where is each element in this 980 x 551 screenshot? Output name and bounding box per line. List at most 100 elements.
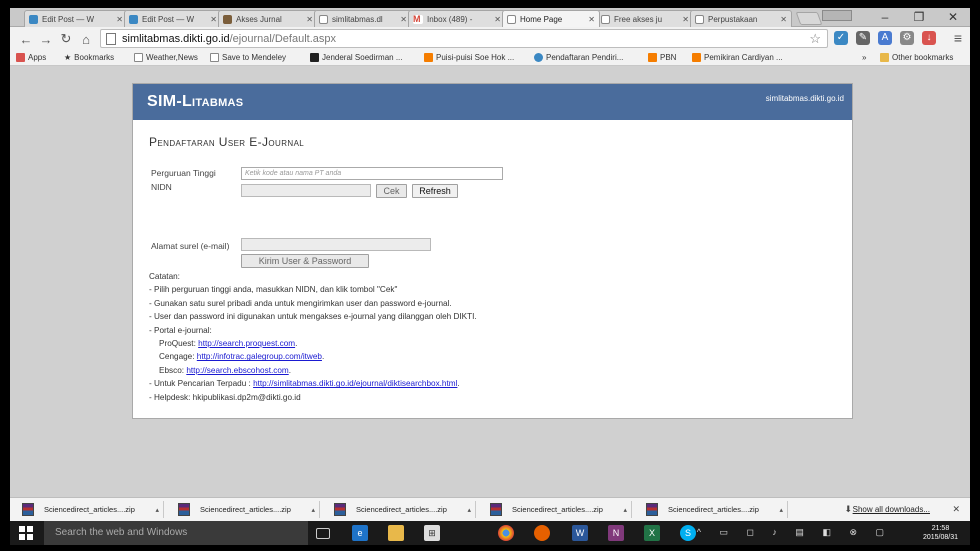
bookmark-star-icon[interactable]: ☆ — [809, 31, 821, 47]
tab-home-page[interactable]: Home Page ✕ — [502, 10, 600, 27]
nidn-input[interactable] — [241, 184, 371, 197]
onenote-icon[interactable]: N — [608, 525, 624, 541]
tab-free-akses[interactable]: Free akses ju ✕ — [596, 10, 694, 27]
extension-download-icon[interactable]: ↓ — [922, 31, 936, 45]
tab-label: Perpustakaan — [708, 14, 758, 24]
skype-icon[interactable]: S — [680, 525, 696, 541]
bookmark-label: Weather,News — [146, 53, 198, 62]
close-icon[interactable]: ✕ — [588, 15, 595, 24]
close-icon[interactable]: ✕ — [494, 15, 501, 24]
excel-icon[interactable]: X — [644, 525, 660, 541]
minimize-icon[interactable]: – — [868, 8, 902, 27]
close-icon[interactable]: ✕ — [952, 504, 960, 515]
close-icon[interactable]: ✕ — [682, 15, 689, 24]
refresh-button[interactable]: Refresh — [412, 184, 458, 198]
bookmark-mendeley[interactable]: Save to Mendeley — [210, 53, 286, 62]
download-item[interactable]: Sciencedirect_articles....zip ▴ — [482, 501, 632, 518]
edge-icon[interactable]: e — [352, 525, 368, 541]
bookmark-bookmarks[interactable]: ★ Bookmarks — [64, 53, 114, 62]
bookmark-weather[interactable]: Weather,News — [134, 53, 198, 62]
site-brand[interactable]: SIM-Litabmas — [147, 93, 243, 111]
download-item[interactable]: Sciencedirect_articles....zip ▴ — [326, 501, 476, 518]
back-icon[interactable]: ← — [16, 32, 36, 47]
portal-name: ProQuest: — [159, 339, 196, 349]
taskbar-search-input[interactable]: Search the web and Windows — [44, 521, 308, 545]
search-link[interactable]: http://simlitabmas.dikti.go.id/ejournal/… — [253, 379, 457, 388]
close-icon[interactable]: ✕ — [210, 15, 217, 24]
cek-button[interactable]: Cek — [376, 184, 407, 198]
address-bar[interactable]: simlitabmas.dikti.go.id/ejournal/Default… — [100, 29, 828, 48]
windows-start-icon[interactable] — [19, 526, 33, 540]
firefox-icon[interactable] — [534, 525, 550, 541]
search-suffix: . — [457, 379, 460, 389]
form-title: Pendaftaran User E-Journal — [149, 135, 305, 149]
proquest-link[interactable]: http://search.proquest.com — [198, 339, 295, 348]
bookmark-pemikiran[interactable]: Pemikiran Cardiyan ... — [692, 53, 783, 62]
chrome-icon[interactable] — [498, 525, 514, 541]
email-input[interactable] — [241, 238, 431, 251]
chevron-up-icon[interactable]: ▴ — [311, 506, 315, 514]
kirim-button[interactable]: Kirim User & Password — [241, 254, 369, 268]
screen: Edit Post — W ✕ Edit Post — W ✕ Akses Ju… — [10, 8, 970, 545]
download-item[interactable]: Sciencedirect_articles....zip ▴ — [170, 501, 320, 518]
cengage-link[interactable]: http://infotrac.galegroup.com/itweb — [197, 352, 322, 361]
new-tab-button[interactable] — [795, 12, 823, 25]
bookmarks-overflow-icon[interactable]: » — [862, 53, 866, 62]
site-header: SIM-Litabmas simlitabmas.dikti.go.id — [133, 84, 852, 120]
portal-proquest: ProQuest: http://search.proquest.com. — [149, 337, 477, 350]
show-all-downloads-link[interactable]: Show all downloads... — [853, 505, 930, 514]
bookmark-soedirman[interactable]: Jenderal Soedirman ... — [310, 53, 403, 62]
close-icon[interactable]: ✕ — [116, 15, 123, 24]
ebsco-link[interactable]: http://search.ebscohost.com — [186, 366, 288, 375]
bookmark-label: Apps — [28, 53, 47, 62]
tab-akses-jurnal[interactable]: Akses Jurnal ✕ — [218, 10, 318, 27]
close-icon[interactable]: ✕ — [400, 15, 407, 24]
bookmark-label: Jenderal Soedirman ... — [322, 53, 403, 62]
tab-simlitabmas[interactable]: simlitabmas.dl ✕ — [314, 10, 412, 27]
portal-suffix: . — [295, 339, 298, 349]
extension-pin-icon[interactable]: ✎ — [856, 31, 870, 45]
profile-badge[interactable] — [822, 10, 852, 21]
site-icon — [534, 53, 543, 62]
bookmark-other[interactable]: Other bookmarks — [880, 53, 953, 62]
bookmark-pendaftaran[interactable]: Pendaftaran Pendiri... — [534, 53, 623, 62]
chevron-up-icon[interactable]: ▴ — [779, 506, 783, 514]
bookmark-apps[interactable]: Apps — [16, 53, 46, 62]
tab-inbox[interactable]: M Inbox (489) - ✕ — [408, 10, 506, 27]
download-item[interactable]: Sciencedirect_articles....zip ▴ — [14, 501, 164, 518]
chevron-up-icon[interactable]: ▴ — [623, 506, 627, 514]
pt-input[interactable]: Ketik kode atau nama PT anda — [241, 167, 503, 180]
bookmark-pbn[interactable]: PBN — [648, 53, 676, 62]
extension-translate-icon[interactable]: A — [878, 31, 892, 45]
tab-perpustakaan[interactable]: Perpustakaan ✕ — [690, 10, 792, 27]
chevron-up-icon[interactable]: ▴ — [155, 506, 159, 514]
tab-strip: Edit Post — W ✕ Edit Post — W ✕ Akses Ju… — [10, 8, 970, 27]
winrar-icon — [178, 503, 190, 516]
site-host-label: simlitabmas.dikti.go.id — [765, 94, 844, 103]
reload-icon[interactable]: ↻ — [56, 31, 76, 47]
chevron-up-icon[interactable]: ▴ — [467, 506, 471, 514]
extension-gear-icon[interactable]: ⚙ — [900, 31, 914, 45]
word-icon[interactable]: W — [572, 525, 588, 541]
download-item[interactable]: Sciencedirect_articles....zip ▴ — [638, 501, 788, 518]
close-window-icon[interactable]: ✕ — [936, 8, 970, 27]
folder-icon — [880, 53, 889, 62]
tab-label: Home Page — [520, 14, 563, 24]
extension-check-icon[interactable]: ✓ — [834, 31, 848, 45]
menu-icon[interactable]: ≡ — [954, 30, 962, 46]
bookmark-puisi[interactable]: Puisi-puisi Soe Hok ... — [424, 53, 514, 62]
tab-edit-post-1[interactable]: Edit Post — W ✕ — [24, 10, 128, 27]
system-tray[interactable]: ^ ▭ ◻ ♪ ▤ ◧ ⊗ ▢ — [697, 527, 892, 538]
close-icon[interactable]: ✕ — [306, 15, 313, 24]
close-icon[interactable]: ✕ — [780, 15, 787, 24]
taskbar-clock[interactable]: 21:58 2015/08/31 — [923, 524, 958, 542]
tab-edit-post-2[interactable]: Edit Post — W ✕ — [124, 10, 222, 27]
task-view-icon[interactable] — [316, 528, 330, 539]
file-explorer-icon[interactable] — [388, 525, 404, 541]
home-icon[interactable]: ⌂ — [76, 32, 96, 47]
forward-icon[interactable]: → — [36, 32, 56, 47]
clock-time: 21:58 — [931, 525, 950, 532]
maximize-icon[interactable]: ❐ — [902, 8, 936, 27]
page-info-icon[interactable] — [106, 32, 116, 45]
store-icon[interactable]: ⊞ — [424, 525, 440, 541]
